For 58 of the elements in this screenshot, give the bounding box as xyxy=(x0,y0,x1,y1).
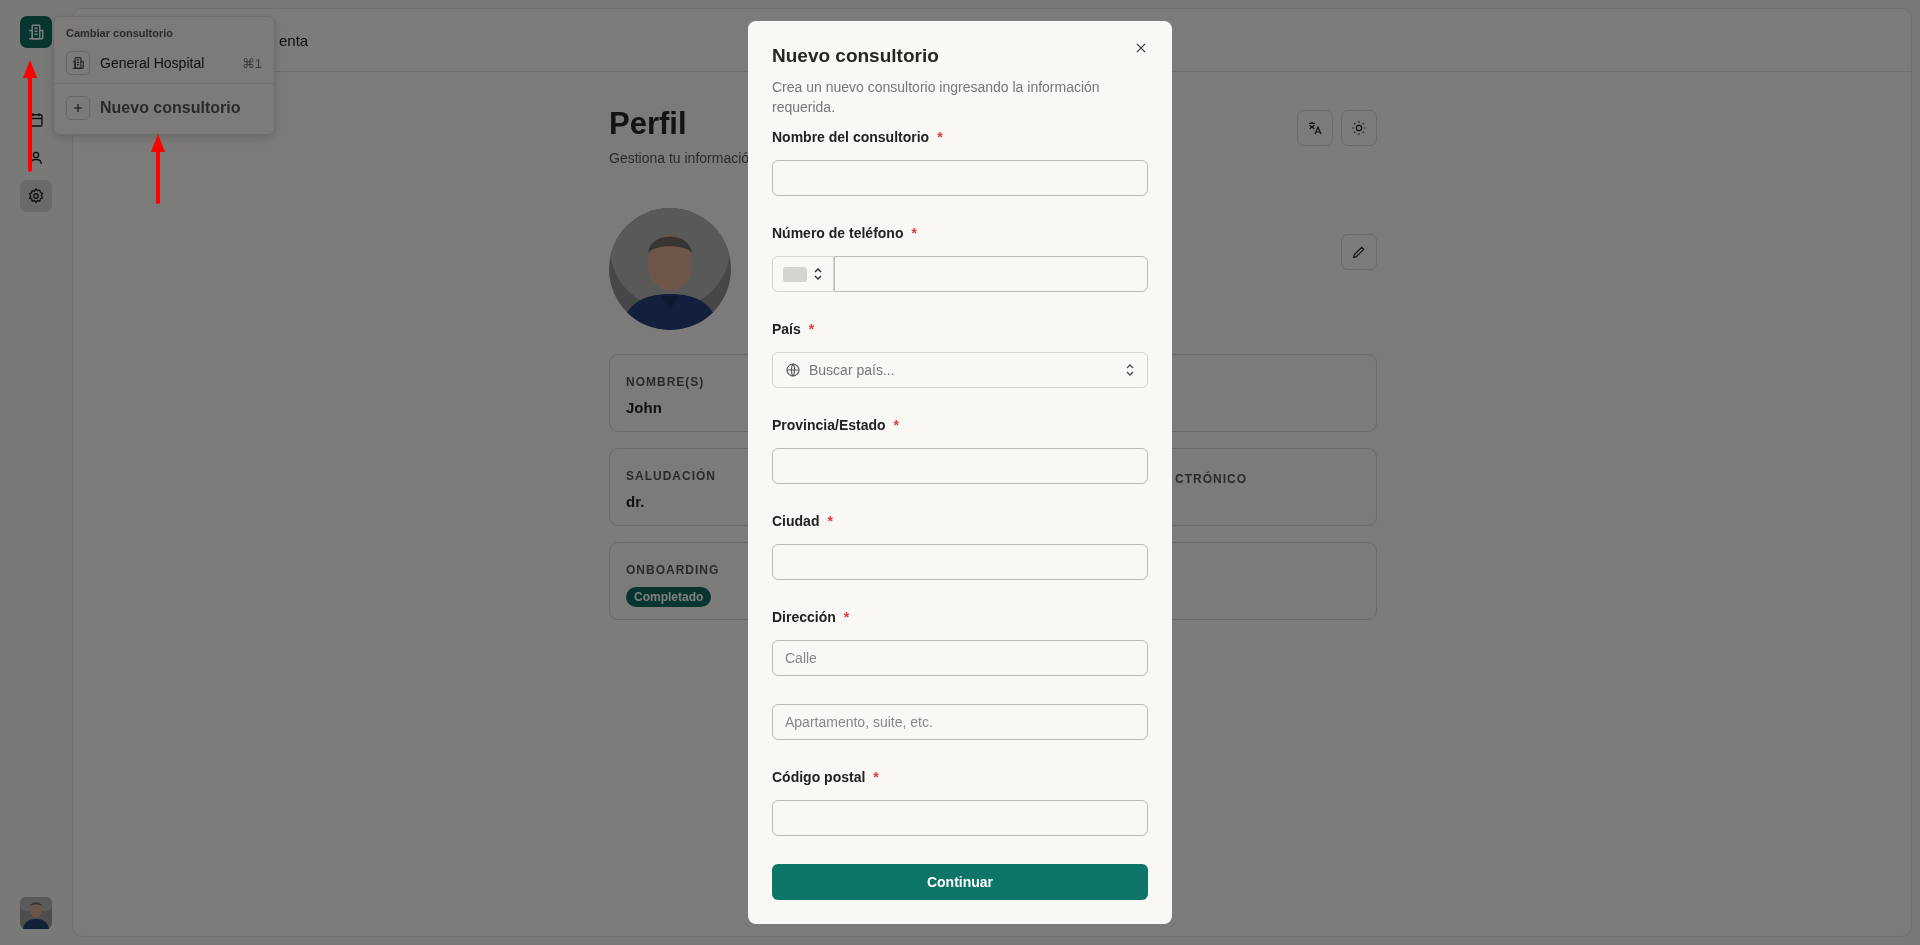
field-label: País xyxy=(772,321,801,337)
phone-input[interactable] xyxy=(834,256,1148,292)
field-label: Ciudad xyxy=(772,513,820,529)
sun-icon xyxy=(1351,120,1367,136)
field-label: Provincia/Estado xyxy=(772,417,886,433)
menu-item[interactable]: General Hospital ⌘1 xyxy=(60,47,268,83)
settings-nav-button[interactable] xyxy=(20,180,52,212)
field-label: Dirección xyxy=(772,609,836,625)
globe-icon xyxy=(785,362,801,378)
field-label: CTRÓNICO xyxy=(1175,472,1247,486)
workspace-button[interactable] xyxy=(20,16,52,48)
field-label: ONBOARDING xyxy=(626,563,720,577)
breadcrumb-text: enta xyxy=(279,31,309,49)
field-label: NOMBRE(S) xyxy=(626,375,705,389)
dialog-title: Nuevo consultorio xyxy=(772,45,939,67)
required-mark: * xyxy=(873,769,879,785)
new-practice-item[interactable]: Nuevo consultorio xyxy=(60,92,268,128)
pencil-icon xyxy=(1351,244,1367,260)
shortcut-text: ⌘1 xyxy=(241,55,262,71)
field-value: John xyxy=(626,399,662,416)
country-select[interactable]: Buscar país... xyxy=(772,352,1148,388)
input-field[interactable] xyxy=(772,800,1148,836)
flag-placeholder-icon xyxy=(783,266,807,282)
field-label: Nombre del consultorio xyxy=(772,129,930,145)
required-mark: * xyxy=(893,417,900,433)
status-badge: Completado xyxy=(626,587,712,607)
menu-header: Cambiar consultorio xyxy=(65,26,174,41)
field-label: Número de teléfono xyxy=(772,225,904,241)
translate-icon xyxy=(1307,120,1323,136)
required-mark: * xyxy=(911,225,917,241)
page-subtitle: Gestiona tu informació xyxy=(609,150,750,166)
close-icon xyxy=(1134,41,1148,55)
country-code-select[interactable] xyxy=(772,256,834,292)
continue-button[interactable]: Continuar xyxy=(772,864,1148,900)
building-icon xyxy=(66,51,90,75)
input-field[interactable]: Apartamento, suite, etc. xyxy=(772,704,1148,740)
required-mark: * xyxy=(808,321,815,337)
input-field[interactable] xyxy=(772,448,1148,484)
field-label: Código postal xyxy=(772,769,866,785)
page-title: Perfil xyxy=(609,106,688,142)
field-value: dr. xyxy=(626,493,645,510)
input-field[interactable] xyxy=(772,544,1148,580)
settings-icon xyxy=(27,187,45,205)
dialog-description: Crea un nuevo consultorio ingresando la información requerida. xyxy=(772,78,1101,117)
input-field[interactable] xyxy=(772,160,1148,196)
edit-button[interactable] xyxy=(1341,234,1377,270)
annotation-arrow xyxy=(151,134,165,204)
input-field[interactable]: Calle xyxy=(772,640,1148,676)
building-icon xyxy=(27,23,45,41)
required-mark: * xyxy=(937,129,943,145)
plus-icon xyxy=(66,96,90,120)
field-label: SALUDACIÓN xyxy=(626,469,716,483)
translate-button[interactable] xyxy=(1297,110,1333,146)
chevrons-icon xyxy=(1125,363,1135,377)
theme-button[interactable] xyxy=(1341,110,1377,146)
required-mark: * xyxy=(843,609,850,625)
required-mark: * xyxy=(827,513,833,529)
chevrons-icon xyxy=(813,267,823,281)
